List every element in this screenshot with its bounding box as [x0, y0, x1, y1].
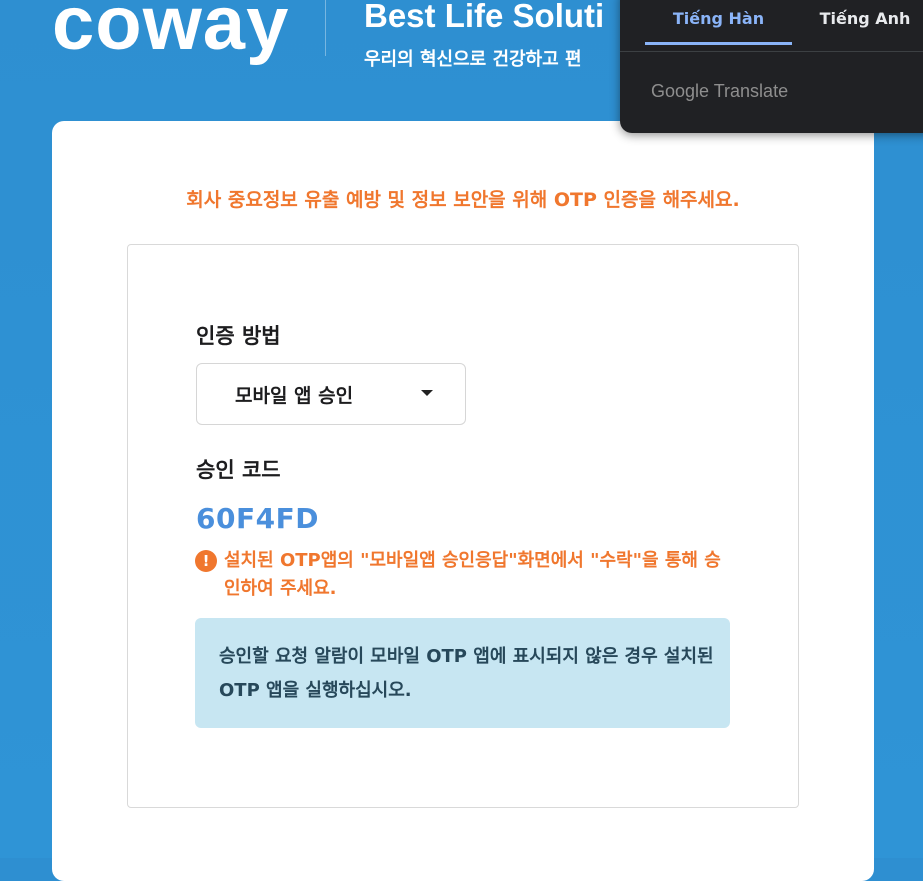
auth-method-value: 모바일 앱 승인: [235, 385, 354, 407]
info-box: 승인할 요청 알람이 모바일 OTP 앱에 표시되지 않은 경우 설치된 OTP…: [195, 618, 730, 728]
google-translate-popup: Tiếng Hàn Tiếng Anh Google Translate: [620, 0, 923, 133]
coway-logo[interactable]: coway: [52, 0, 289, 62]
header-tagline: Best Life Soluti: [364, 0, 605, 34]
popup-divider: [620, 51, 923, 52]
otp-card: 회사 중요정보 유출 예방 및 정보 보안을 위해 OTP 인증을 해주세요. …: [52, 121, 874, 881]
otp-notice: 회사 중요정보 유출 예방 및 정보 보안을 위해 OTP 인증을 해주세요.: [186, 189, 740, 211]
approval-code-value: 60F4FD: [196, 502, 319, 535]
auth-method-label: 인증 방법: [196, 324, 281, 348]
header-divider: [325, 0, 326, 56]
auth-method-select[interactable]: 모바일 앱 승인: [196, 363, 466, 425]
warning-icon: !: [195, 550, 217, 572]
otp-panel: 인증 방법 모바일 앱 승인 승인 코드 60F4FD ! 설치된 OTP앱의 …: [127, 244, 799, 808]
chevron-down-icon: [421, 390, 433, 396]
google-translate-logo: Google Translate: [651, 81, 789, 101]
tab-english[interactable]: Tiếng Anh: [805, 4, 923, 42]
info-text: 승인할 요청 알람이 모바일 OTP 앱에 표시되지 않은 경우 설치된 OTP…: [219, 646, 714, 701]
approval-code-label: 승인 코드: [196, 458, 281, 482]
tab-korean[interactable]: Tiếng Hàn: [645, 4, 792, 45]
warning-text: 설치된 OTP앱의 "모바일앱 승인응답"화면에서 "수락"을 통해 승인하여 …: [224, 550, 721, 599]
header-subtagline: 우리의 혁신으로 건강하고 편: [364, 49, 582, 70]
